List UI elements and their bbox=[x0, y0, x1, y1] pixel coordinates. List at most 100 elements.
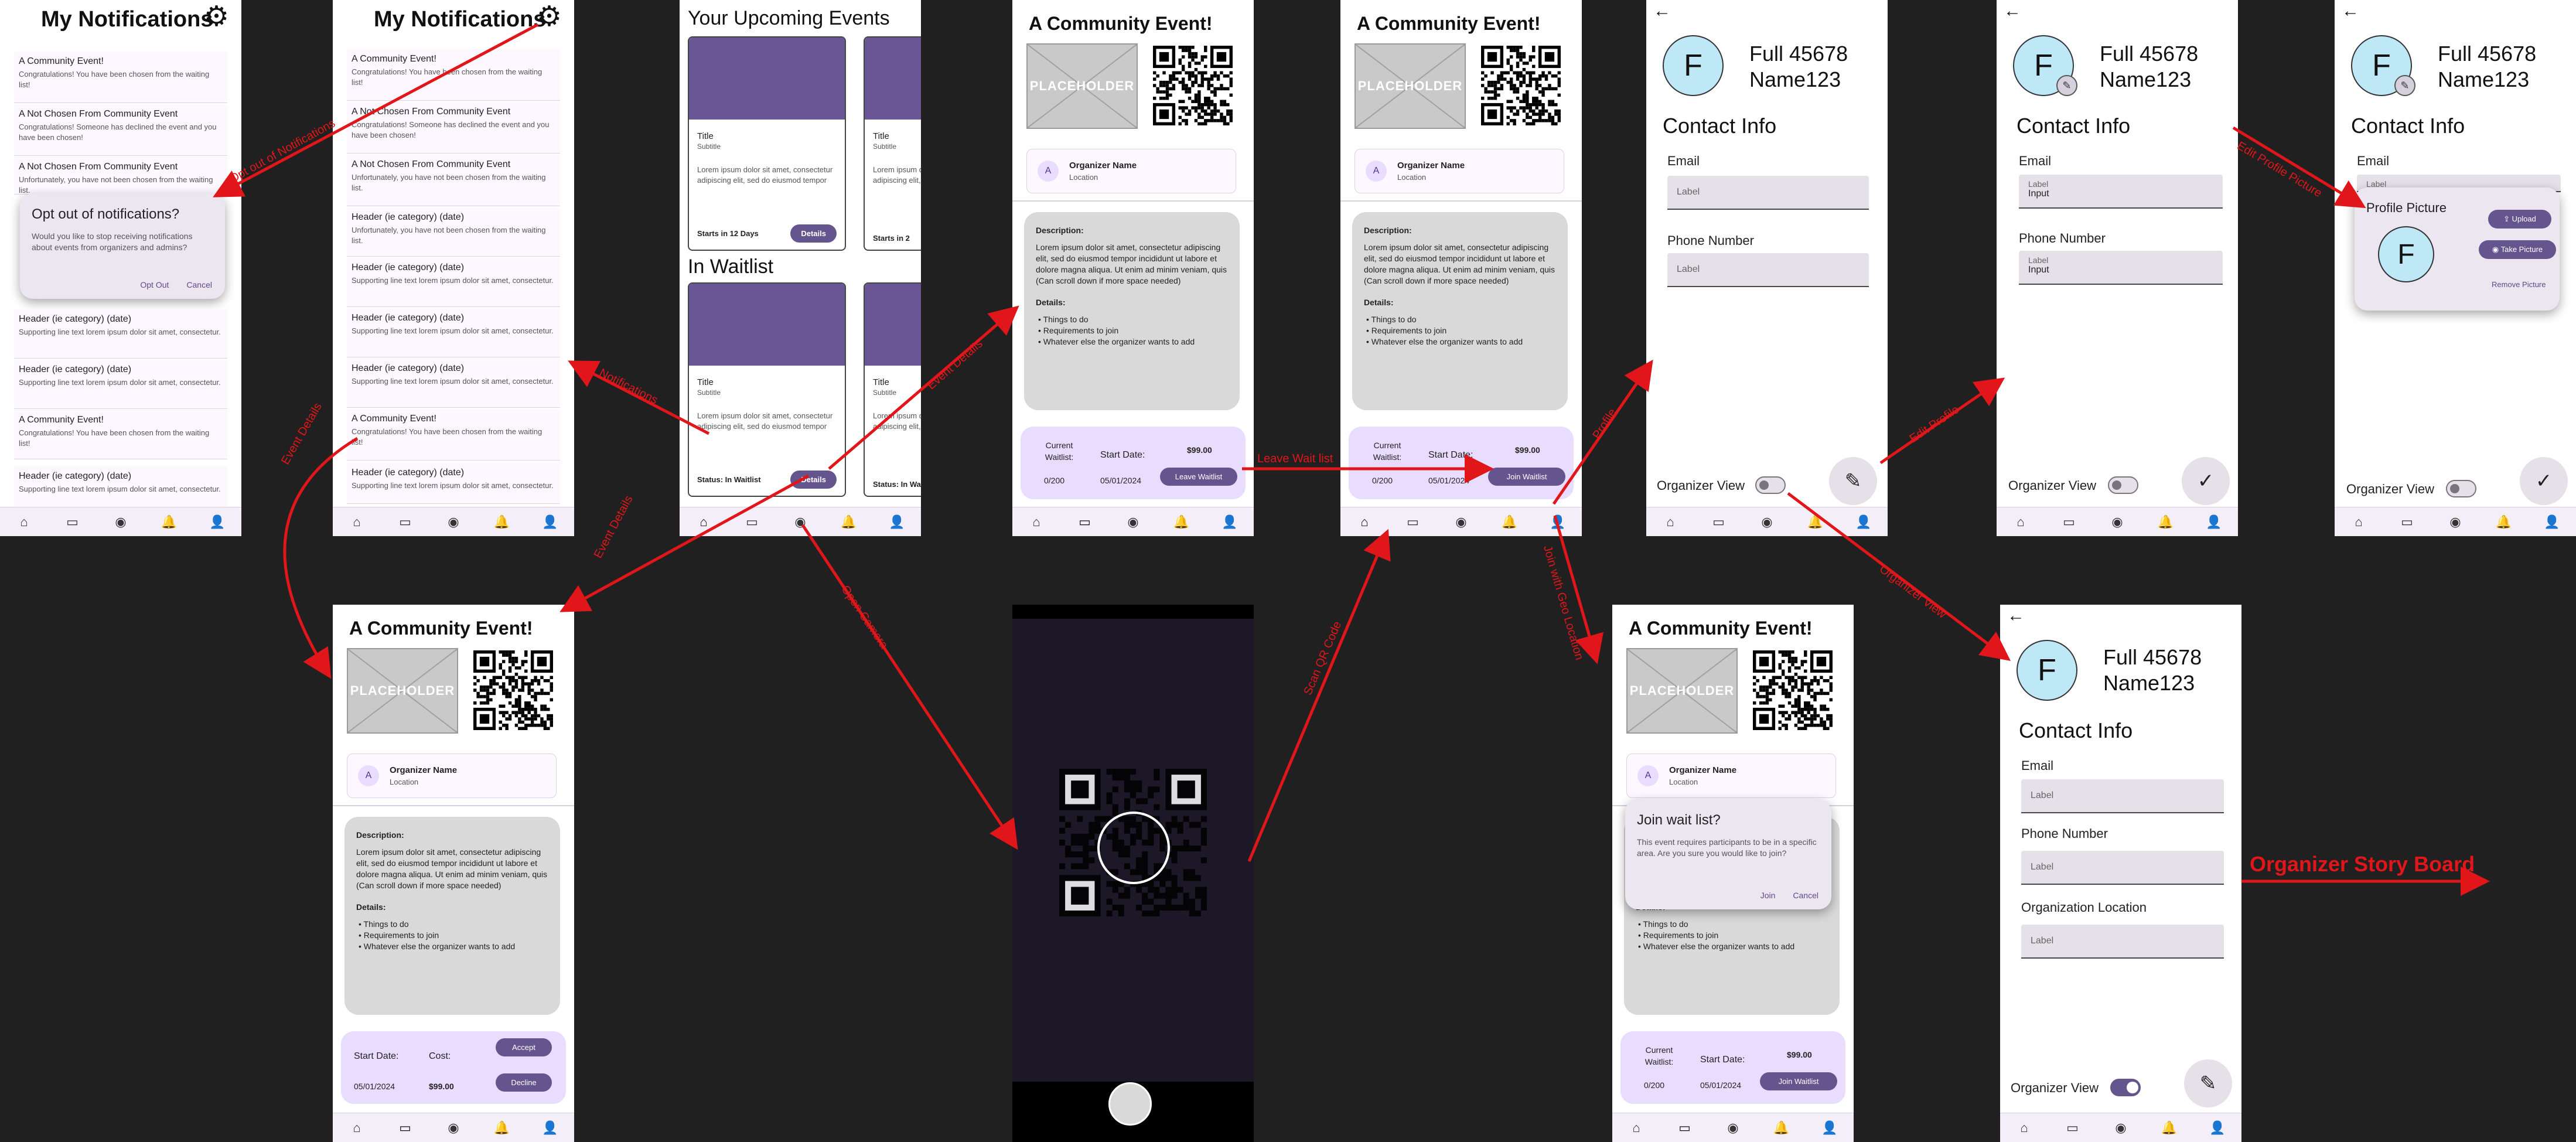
organizer-view-toggle[interactable] bbox=[2108, 476, 2138, 494]
bell-icon[interactable]: 🔔 bbox=[1803, 514, 1827, 530]
camera-icon[interactable]: ◉ bbox=[1449, 514, 1473, 530]
back-arrow-icon[interactable]: ← bbox=[2342, 1, 2359, 21]
organizer-view-toggle[interactable] bbox=[1755, 476, 1786, 494]
home-icon[interactable]: ⌂ bbox=[2009, 514, 2032, 530]
home-icon[interactable]: ⌂ bbox=[1353, 514, 1376, 530]
details-button[interactable]: Details bbox=[790, 224, 837, 243]
camera-icon[interactable]: ◉ bbox=[2106, 514, 2129, 530]
camera-icon[interactable]: ◉ bbox=[789, 514, 812, 530]
upload-button[interactable]: ⇪ Upload bbox=[2488, 210, 2551, 229]
list-item[interactable]: A Community Event! Congratulations! You h… bbox=[14, 410, 227, 459]
person-icon[interactable]: 👤 bbox=[1546, 514, 1570, 530]
back-arrow-icon[interactable]: ← bbox=[2004, 1, 2021, 21]
home-icon[interactable]: ⌂ bbox=[345, 1120, 369, 1136]
back-arrow-icon[interactable]: ← bbox=[1653, 1, 1671, 21]
bell-icon[interactable]: 🔔 bbox=[1497, 514, 1521, 530]
ticket-icon[interactable]: ▭ bbox=[394, 1120, 417, 1136]
person-icon[interactable]: 👤 bbox=[538, 514, 562, 530]
list-item[interactable]: A Not Chosen From Community Event Congrat… bbox=[14, 104, 227, 156]
person-icon[interactable]: 👤 bbox=[538, 1120, 562, 1136]
person-icon[interactable]: 👤 bbox=[1852, 514, 1875, 530]
email-field[interactable]: Label Input bbox=[2019, 175, 2223, 209]
waitlist-card[interactable]: Title Subtitle Lorem ipsum dolor sit ame… bbox=[864, 282, 921, 497]
camera-icon[interactable]: ◉ bbox=[1721, 1120, 1745, 1136]
ticket-icon[interactable]: ▭ bbox=[2061, 1120, 2084, 1136]
opt-out-button[interactable]: Opt Out bbox=[140, 280, 169, 289]
organizer-view-toggle[interactable] bbox=[2110, 1079, 2141, 1096]
camera-icon[interactable]: ◉ bbox=[2109, 1120, 2133, 1136]
list-item[interactable]: A Community Event! Congratulations! You h… bbox=[347, 49, 560, 101]
ticket-icon[interactable]: ▭ bbox=[1673, 1120, 1697, 1136]
list-item[interactable]: Header (ie category) (date) Supporting li… bbox=[347, 359, 560, 408]
ticket-icon[interactable]: ▭ bbox=[1707, 514, 1731, 530]
person-icon[interactable]: 👤 bbox=[1818, 1120, 1841, 1136]
remove-picture-link[interactable]: Remove Picture bbox=[2492, 280, 2546, 289]
home-icon[interactable]: ⌂ bbox=[2347, 514, 2370, 530]
take-picture-button[interactable]: ◉ Take Picture bbox=[2479, 240, 2556, 259]
bell-icon[interactable]: 🔔 bbox=[2492, 514, 2515, 530]
list-item[interactable]: A Not Chosen From Community Event Unfortu… bbox=[347, 155, 560, 206]
person-icon[interactable]: 👤 bbox=[2540, 514, 2564, 530]
phone-field[interactable]: Label Input bbox=[2019, 251, 2223, 285]
person-icon[interactable]: 👤 bbox=[206, 514, 229, 530]
bell-icon[interactable]: 🔔 bbox=[157, 514, 180, 530]
event-card[interactable]: Title Subtitle Lorem ipsum dolor sit ame… bbox=[864, 36, 921, 251]
organizer-card[interactable]: A Organizer Name Location bbox=[1626, 754, 1836, 798]
checkmark-save-button[interactable]: ✓ bbox=[2182, 457, 2230, 505]
bell-icon[interactable]: 🔔 bbox=[2154, 514, 2177, 530]
phone-field[interactable]: Label bbox=[1667, 253, 1869, 287]
ticket-icon[interactable]: ▭ bbox=[61, 514, 84, 530]
bell-icon[interactable]: 🔔 bbox=[837, 514, 860, 530]
home-icon[interactable]: ⌂ bbox=[692, 514, 715, 530]
ticket-icon[interactable]: ▭ bbox=[2058, 514, 2081, 530]
list-item[interactable]: Header (ie category) (date) Supporting li… bbox=[14, 309, 227, 359]
ticket-icon[interactable]: ▭ bbox=[741, 514, 764, 530]
camera-icon[interactable]: ◉ bbox=[1121, 514, 1145, 530]
list-item[interactable]: A Not Chosen From Community Event Unfortu… bbox=[14, 157, 227, 195]
list-item[interactable]: Header (ie category) (date) Supporting li… bbox=[14, 466, 227, 507]
shutter-button[interactable] bbox=[1108, 1082, 1152, 1126]
camera-icon[interactable]: ◉ bbox=[109, 514, 132, 530]
list-item[interactable]: Header (ie category) (date) Supporting li… bbox=[347, 463, 560, 504]
organizer-view-toggle[interactable] bbox=[2446, 480, 2476, 497]
cancel-button[interactable]: Cancel bbox=[1793, 891, 1818, 900]
phone-field[interactable]: Label bbox=[2021, 851, 2224, 885]
edit-pencil-button[interactable]: ✎ bbox=[1829, 457, 1877, 505]
ticket-icon[interactable]: ▭ bbox=[1401, 514, 1425, 530]
decline-button[interactable]: Decline bbox=[496, 1073, 552, 1092]
list-item[interactable]: A Community Event! Congratulations! You h… bbox=[14, 52, 227, 103]
back-arrow-icon[interactable]: ← bbox=[2007, 606, 2025, 626]
home-icon[interactable]: ⌂ bbox=[345, 514, 369, 530]
list-item[interactable]: A Not Chosen From Community Event Congrat… bbox=[347, 102, 560, 154]
accept-button[interactable]: Accept bbox=[496, 1038, 552, 1056]
bell-icon[interactable]: 🔔 bbox=[2157, 1120, 2181, 1136]
waitlist-card[interactable]: Title Subtitle Lorem ipsum dolor sit ame… bbox=[688, 282, 846, 497]
bell-icon[interactable]: 🔔 bbox=[1769, 1120, 1793, 1136]
list-item[interactable]: Header (ie category) (date) Supporting li… bbox=[14, 360, 227, 409]
waitlist-action-button[interactable]: Leave Waitlist bbox=[1160, 468, 1237, 486]
camera-icon[interactable]: ◉ bbox=[442, 1120, 465, 1136]
cancel-button[interactable]: Cancel bbox=[186, 280, 212, 289]
home-icon[interactable]: ⌂ bbox=[1625, 1120, 1648, 1136]
person-icon[interactable]: 👤 bbox=[2206, 1120, 2229, 1136]
person-icon[interactable]: 👤 bbox=[1218, 514, 1241, 530]
organizer-card[interactable]: A Organizer Name Location bbox=[1026, 149, 1236, 193]
join-button[interactable]: Join bbox=[1760, 891, 1776, 900]
pencil-icon[interactable]: ✎ bbox=[2056, 75, 2077, 96]
bell-icon[interactable]: 🔔 bbox=[490, 1120, 513, 1136]
home-icon[interactable]: ⌂ bbox=[2012, 1120, 2036, 1136]
event-card[interactable]: Title Subtitle Lorem ipsum dolor sit ame… bbox=[688, 36, 846, 251]
bell-icon[interactable]: 🔔 bbox=[490, 514, 513, 530]
camera-icon[interactable]: ◉ bbox=[2444, 514, 2467, 530]
home-icon[interactable]: ⌂ bbox=[12, 514, 36, 530]
home-icon[interactable]: ⌂ bbox=[1659, 514, 1682, 530]
home-icon[interactable]: ⌂ bbox=[1025, 514, 1048, 530]
details-button[interactable]: Details bbox=[790, 471, 837, 489]
camera-icon[interactable]: ◉ bbox=[1755, 514, 1779, 530]
gear-icon[interactable]: ⚙ bbox=[204, 0, 229, 33]
email-field[interactable]: Label bbox=[1667, 176, 1869, 210]
ticket-icon[interactable]: ▭ bbox=[2396, 514, 2419, 530]
person-icon[interactable]: 👤 bbox=[2202, 514, 2226, 530]
ticket-icon[interactable]: ▭ bbox=[1073, 514, 1097, 530]
list-item[interactable]: Header (ie category) (date) Supporting li… bbox=[347, 258, 560, 307]
